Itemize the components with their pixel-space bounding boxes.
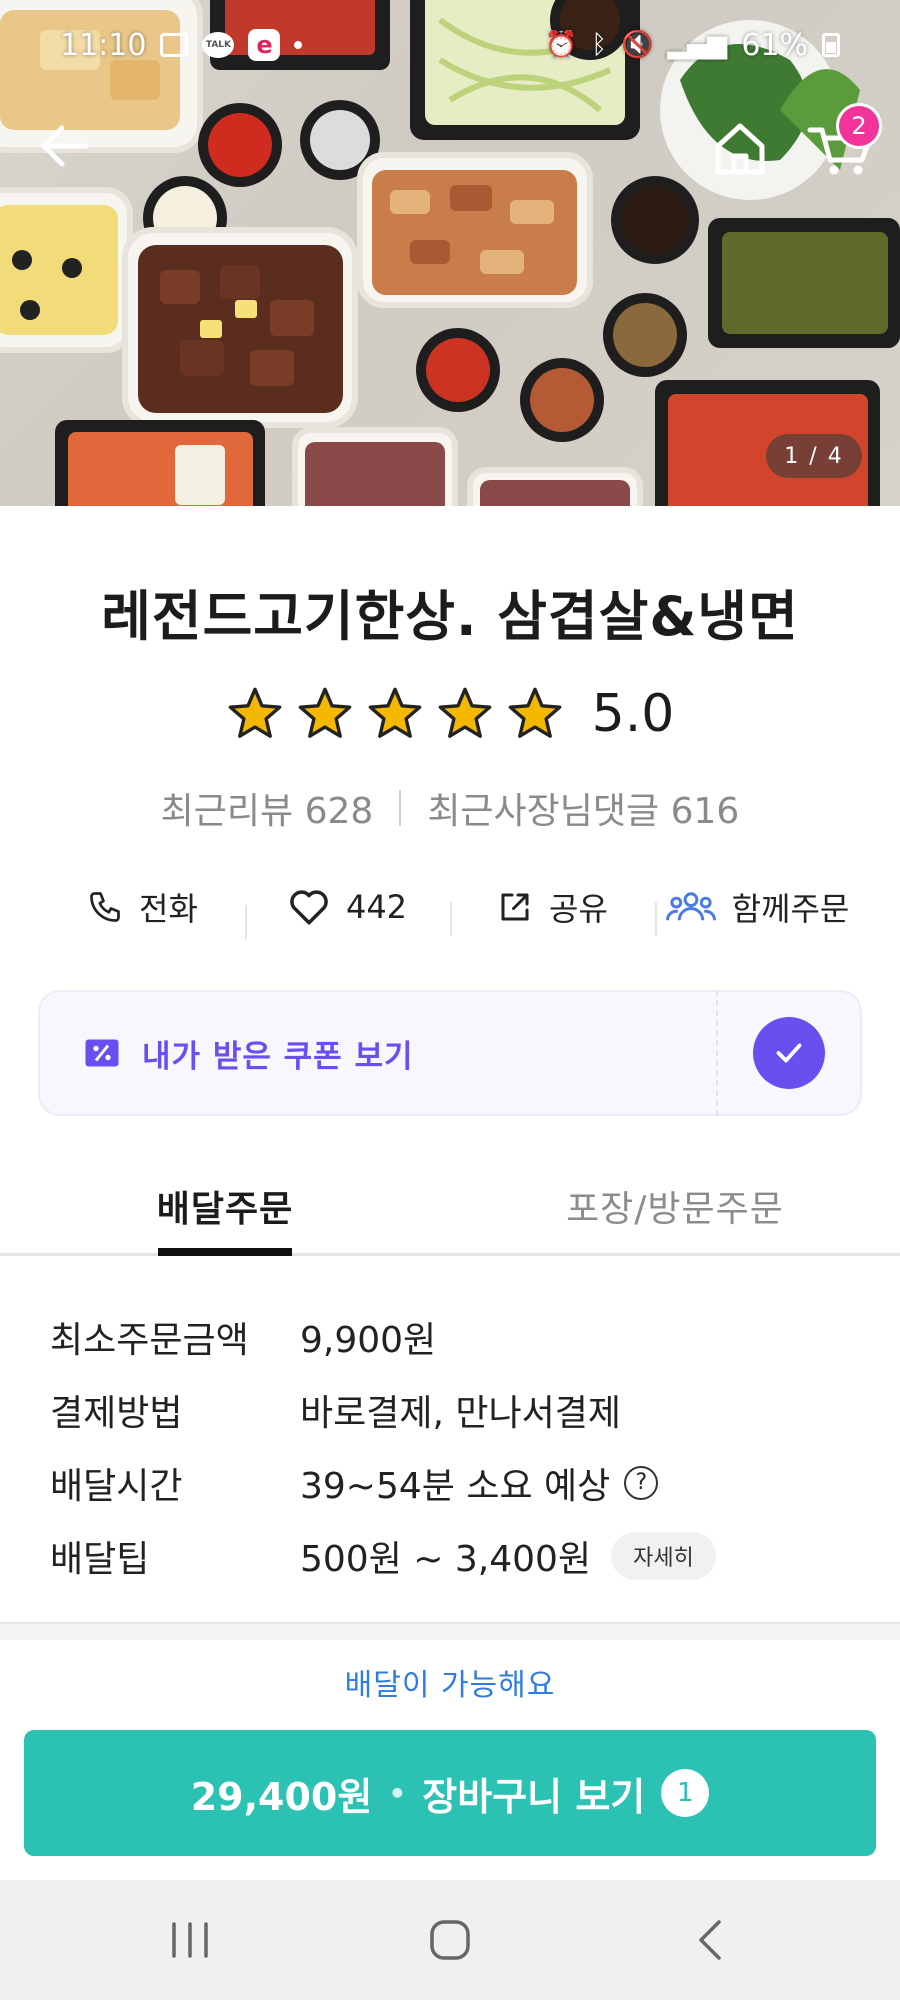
image-page-indicator: 1 / 4 — [766, 434, 862, 478]
back-nav-button[interactable] — [650, 1900, 770, 1980]
info-value: 바로결제, 만나서결제 — [300, 1384, 621, 1436]
review-summary: 최근리뷰 628 최근사장님댓글 616 — [0, 782, 900, 834]
status-bar: 11:10 TALK e ⏰ ᛒ 🔇 ▂▄▆ 61% — [0, 0, 900, 90]
group-order-button[interactable]: 함께주문 — [655, 884, 860, 936]
recent-apps-icon — [172, 1922, 208, 1958]
info-label: 배달시간 — [50, 1465, 183, 1507]
clock: 11:10 — [60, 27, 147, 63]
hero-image-carousel[interactable]: 11:10 TALK e ⏰ ᛒ 🔇 ▂▄▆ 61% 2 1 / 4 — [0, 0, 900, 506]
star-icon — [228, 687, 281, 738]
call-label: 전화 — [139, 890, 198, 928]
group-order-label: 함께주문 — [731, 890, 850, 928]
recent-apps-button[interactable] — [130, 1900, 250, 1980]
info-value: 9,900원 — [300, 1311, 436, 1363]
info-row-delivery-time: 배달시간 39~54분 소요 예상 ? — [50, 1446, 870, 1519]
payment-methods-value: 바로결제, 만나서결제 — [300, 1392, 621, 1434]
coupon-label: 내가 받은 쿠폰 보기 — [142, 1038, 414, 1075]
info-label: 배달팁 — [50, 1538, 150, 1580]
min-order-value: 9,900원 — [300, 1319, 437, 1361]
info-value: 39~54분 소요 예상 ? — [300, 1457, 659, 1509]
call-button[interactable]: 전화 — [40, 884, 245, 930]
status-right: ⏰ ᛒ 🔇 ▂▄▆ 61% — [545, 28, 840, 63]
rating-row: 5.0 — [0, 684, 900, 744]
status-left: 11:10 TALK e — [60, 27, 303, 63]
battery-percent: 61% — [741, 27, 808, 63]
mute-icon: 🔇 — [620, 30, 654, 60]
cart-count-badge: 2 — [836, 103, 882, 149]
cart-item-count: 1 — [661, 1769, 710, 1817]
info-row-payment: 결제방법 바로결제, 만나서결제 — [50, 1373, 870, 1446]
like-button[interactable]: 442 — [245, 887, 450, 939]
help-icon[interactable]: ? — [624, 1465, 659, 1500]
star-icon — [508, 687, 561, 738]
checkmark-icon — [753, 1017, 825, 1089]
tab-delivery-order[interactable]: 배달주문 — [0, 1166, 450, 1253]
info-row-min-order: 최소주문금액 9,900원 — [50, 1300, 870, 1373]
phone-icon — [90, 892, 120, 922]
delivery-available-text: 배달이 가능해요 — [344, 1668, 556, 1703]
home-icon — [715, 123, 765, 175]
info-value: 500원 ~ 3,400원 자세히 — [300, 1530, 716, 1582]
delivery-tip-value: 500원 ~ 3,400원 — [300, 1538, 592, 1580]
alarm-icon: ⏰ — [544, 30, 578, 60]
divider — [399, 790, 402, 826]
battery-icon — [822, 33, 840, 57]
app-notification-icon: e — [248, 29, 281, 61]
chevron-left-icon — [699, 1920, 721, 1960]
delivery-tip-detail-button[interactable]: 자세히 — [611, 1531, 716, 1580]
arrow-left-icon — [41, 125, 89, 167]
info-label: 최소주문금액 — [50, 1319, 249, 1361]
owner-replies-link[interactable]: 최근사장님댓글 616 — [427, 782, 739, 834]
order-type-tabs: 배달주문 포장/방문주문 — [0, 1166, 900, 1256]
kakaotalk-notification-icon: TALK — [202, 32, 235, 58]
share-icon — [501, 893, 529, 921]
delivery-time-value: 39~54분 소요 예상 — [300, 1465, 611, 1507]
lte-signal-icon: ▂▄▆ — [667, 30, 728, 60]
coupon-check-button[interactable] — [718, 990, 862, 1116]
cart-total-price: 29,400원 — [190, 1774, 373, 1819]
star-icon — [368, 687, 421, 738]
home-nav-button[interactable] — [390, 1900, 510, 1980]
bluetooth-icon: ᛒ — [591, 30, 607, 60]
gallery-notification-icon — [160, 33, 189, 57]
tab-pickup-order[interactable]: 포장/방문주문 — [450, 1166, 900, 1253]
system-navigation-bar — [0, 1880, 900, 2000]
home-circle-icon — [430, 1920, 470, 1960]
group-people-icon — [665, 892, 716, 921]
store-name: 레전드고기한상. 삼겹살&냉면 — [101, 585, 799, 648]
back-button[interactable] — [36, 118, 92, 174]
view-cart-label: 장바구니 보기 — [422, 1774, 646, 1819]
delivery-info: 최소주문금액 9,900원 결제방법 바로결제, 만나서결제 배달시간 39~5… — [50, 1300, 870, 1592]
share-label: 공유 — [549, 890, 608, 928]
info-row-delivery-tip: 배달팁 500원 ~ 3,400원 자세히 — [50, 1519, 870, 1592]
separator-dot: • — [388, 1776, 407, 1810]
coupon-icon — [85, 1039, 119, 1067]
star-icon — [298, 687, 351, 738]
like-count: 442 — [345, 888, 408, 926]
view-cart-button[interactable]: 29,400원 • 장바구니 보기 1 — [24, 1730, 876, 1856]
home-button[interactable] — [710, 118, 770, 178]
more-notifications-icon — [294, 41, 303, 49]
info-label: 결제방법 — [50, 1392, 183, 1434]
rating-value: 5.0 — [591, 684, 675, 744]
recent-reviews-link[interactable]: 최근리뷰 628 — [161, 782, 374, 834]
coupon-banner: 내가 받은 쿠폰 보기 — [38, 990, 862, 1116]
section-divider — [0, 1622, 900, 1640]
heart-icon — [290, 890, 328, 925]
store-actions: 전화 442 공유 함께주문 — [40, 872, 860, 942]
star-icon — [438, 687, 491, 738]
share-button[interactable]: 공유 — [450, 884, 655, 936]
view-coupons-button[interactable]: 내가 받은 쿠폰 보기 — [38, 990, 718, 1116]
